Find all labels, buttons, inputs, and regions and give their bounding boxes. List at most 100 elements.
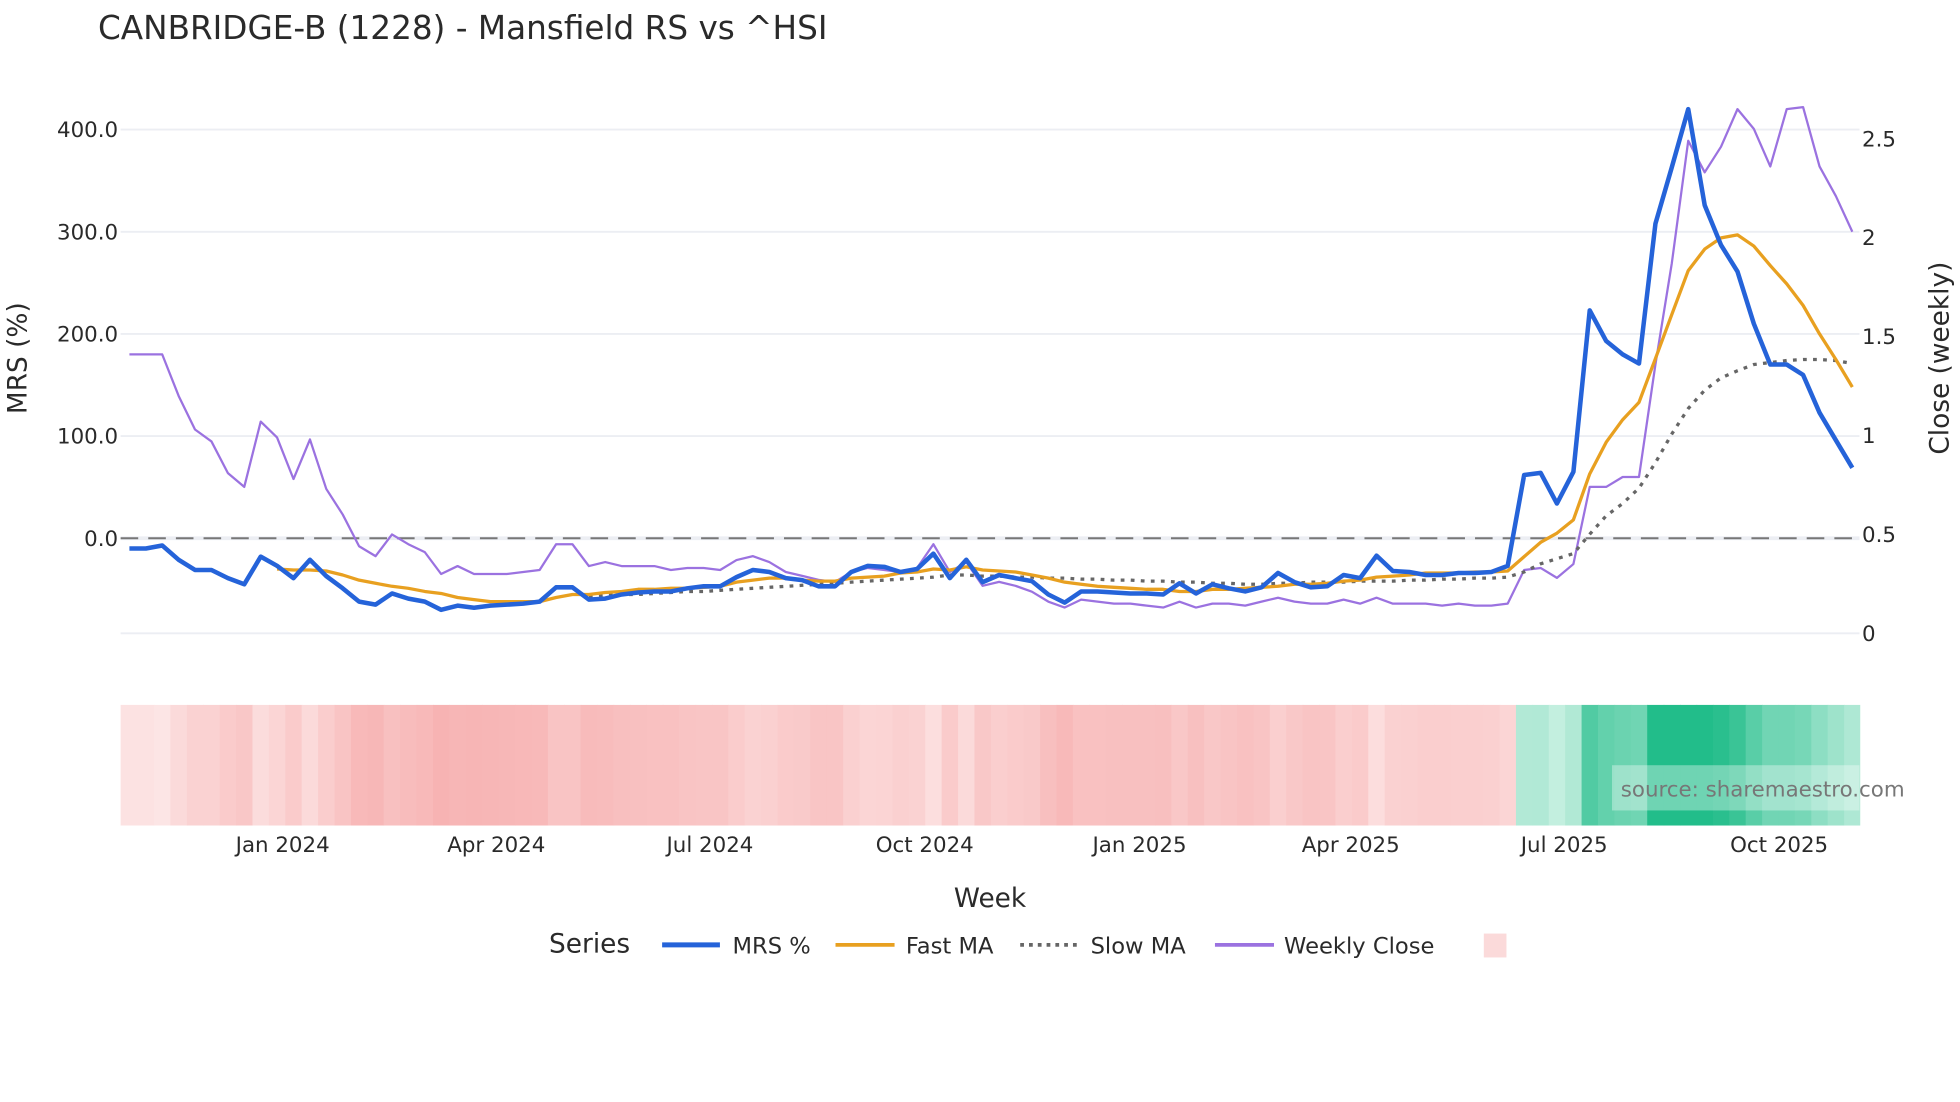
heatmap-cell xyxy=(268,704,287,826)
heatmap-cell xyxy=(1253,704,1271,826)
series-line-mrs xyxy=(129,106,1855,613)
heatmap-cell xyxy=(580,704,598,826)
heatmap-cell xyxy=(1072,704,1091,826)
heatmap-cell xyxy=(1368,704,1386,826)
heatmap-cell xyxy=(810,704,828,826)
x-tick-label: Oct 2025 xyxy=(1730,833,1828,858)
heatmap-cell xyxy=(334,704,352,826)
x-tick-label: Jul 2024 xyxy=(665,833,754,858)
heatmap-cell xyxy=(1319,704,1337,826)
heatmap-cell xyxy=(777,704,795,826)
heatmap-cell xyxy=(793,704,812,826)
left-axis-title: MRS (%) xyxy=(3,302,33,414)
heatmap-strip xyxy=(120,704,1861,826)
heatmap-cell xyxy=(1236,704,1255,826)
legend-item-slow-ma[interactable]: Slow MA xyxy=(1020,934,1186,960)
heatmap-cell xyxy=(1007,704,1025,826)
series-lines xyxy=(129,105,1855,613)
x-tick-label: Jan 2024 xyxy=(234,833,330,858)
heatmap-cell xyxy=(679,704,697,826)
heatmap-cell xyxy=(1171,704,1189,826)
legend-item-mrs[interactable]: MRS % xyxy=(662,934,811,960)
heatmap-cell xyxy=(252,704,270,826)
right-axis-ticks: 2.5 2 1.5 1 0.5 0 xyxy=(1862,127,1896,647)
heatmap-cell xyxy=(597,704,615,826)
heatmap-cell xyxy=(301,704,319,826)
heatmap-cell xyxy=(350,704,369,826)
heatmap-cell xyxy=(744,704,762,826)
heatmap-cell xyxy=(646,704,664,826)
heatmap-cell xyxy=(1089,704,1107,826)
heatmap-cell xyxy=(925,704,943,826)
heatmap-cell xyxy=(1286,704,1304,826)
heatmap-cell xyxy=(170,704,188,826)
heatmap-cell xyxy=(1548,704,1566,826)
heatmap-cell xyxy=(564,704,582,826)
y2-tick-label: 0 xyxy=(1862,622,1876,647)
legend-label-mrs: MRS % xyxy=(732,934,810,960)
legend-label-fast-ma: Fast MA xyxy=(906,934,994,960)
heatmap-cell xyxy=(1040,704,1058,826)
heatmap-cell xyxy=(285,704,303,826)
legend-item-fast-ma[interactable]: Fast MA xyxy=(835,934,994,960)
y-tick-label: 400.0 xyxy=(57,118,118,143)
heatmap-cell xyxy=(547,704,565,826)
heatmap-cell xyxy=(941,704,959,826)
heatmap-cell xyxy=(1483,704,1501,826)
heatmap-cell xyxy=(662,704,680,826)
heatmap-cell xyxy=(1138,704,1156,826)
y-tick-label: 300.0 xyxy=(57,220,118,245)
heatmap-cell xyxy=(826,704,844,826)
heatmap-cell xyxy=(1433,704,1452,826)
legend-swatch-heatmap[interactable] xyxy=(1483,933,1507,958)
x-tick-label: Apr 2024 xyxy=(447,833,545,858)
x-axis-ticks: Jan 2024 Apr 2024 Jul 2024 Oct 2024 Jan 2025… xyxy=(234,833,1828,858)
heatmap-cell xyxy=(1023,704,1041,826)
right-axis-title: Close (weekly) xyxy=(1926,262,1956,455)
y-tick-label: 100.0 xyxy=(57,425,118,450)
series-line-slow-ma xyxy=(588,357,1853,599)
y-tick-label: 200.0 xyxy=(57,322,118,347)
watermark: source: sharemaestro.com xyxy=(1621,778,1905,803)
y-tick-label: 0.0 xyxy=(84,527,118,552)
heatmap-cell xyxy=(629,704,648,826)
heatmap-cell xyxy=(1450,704,1468,826)
heatmap-cell xyxy=(1122,704,1140,826)
heatmap-cell xyxy=(1335,704,1353,826)
heatmap-cell xyxy=(400,704,418,826)
y2-tick-label: 2.5 xyxy=(1862,127,1896,152)
heatmap-cell xyxy=(990,704,1009,826)
heatmap-cell xyxy=(974,704,992,826)
heatmap-cell xyxy=(154,704,172,826)
left-axis-ticks: 400.0 300.0 200.0 100.0 0.0 xyxy=(57,118,118,552)
heatmap-cell xyxy=(1056,704,1074,826)
legend-item-weekly-close[interactable]: Weekly Close xyxy=(1214,934,1434,960)
heatmap-cell xyxy=(892,704,910,826)
heatmap-cell xyxy=(1499,704,1517,826)
heatmap-cell xyxy=(416,704,434,826)
heatmap-cell xyxy=(908,704,926,826)
y2-tick-label: 1.5 xyxy=(1862,325,1896,350)
heatmap-cell xyxy=(728,704,746,826)
heatmap-cell xyxy=(383,704,401,826)
heatmap-cell xyxy=(1351,704,1370,826)
heatmap-cell xyxy=(1581,704,1599,826)
heatmap-cell xyxy=(137,704,155,826)
heatmap-cell xyxy=(1565,704,1583,826)
legend-label-slow-ma: Slow MA xyxy=(1091,934,1187,960)
x-axis-title: Week xyxy=(954,884,1027,914)
heatmap-cell xyxy=(531,704,549,826)
heatmap-cell xyxy=(482,704,500,826)
series-line-fast-ma xyxy=(276,233,1854,604)
series-line-weekly-close xyxy=(129,105,1854,609)
heatmap-cell xyxy=(613,704,631,826)
heatmap-cell xyxy=(203,704,221,826)
heatmap-cell xyxy=(1384,704,1402,826)
heatmap-cell xyxy=(449,704,467,826)
heatmap-cell xyxy=(695,704,713,826)
heatmap-cell xyxy=(1532,704,1550,826)
heatmap-cell xyxy=(236,704,254,826)
legend-label-weekly-close: Weekly Close xyxy=(1284,934,1434,960)
heatmap-cell xyxy=(1220,704,1238,826)
heatmap-cell xyxy=(465,704,483,826)
